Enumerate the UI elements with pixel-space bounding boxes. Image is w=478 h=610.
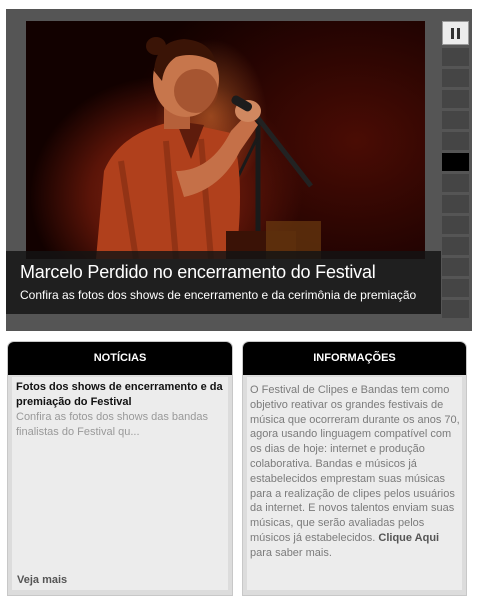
news-item-title[interactable]: Fotos dos shows de encerramento e da pre… [16,380,226,410]
slide-thumbnail[interactable] [442,90,469,108]
slide-thumbnails [442,21,470,321]
news-item-description: Confira as fotos dos shows das bandas fi… [16,411,209,438]
informacoes-panel: INFORMAÇÕES O Festival de Clipes e Banda… [242,341,467,596]
noticias-header: NOTÍCIAS [8,342,232,375]
see-more-link[interactable]: Veja mais [17,574,67,586]
pause-icon [450,27,462,39]
slide-thumbnail[interactable] [442,237,469,255]
singer-photo-illustration [96,37,321,259]
noticias-panel: NOTÍCIAS Fotos dos shows de encerramento… [7,341,233,596]
noticias-body: Fotos dos shows de encerramento e da pre… [12,377,228,590]
slide-thumbnail[interactable] [442,111,469,129]
slide-thumbnail[interactable] [442,300,469,318]
pause-button[interactable] [442,21,469,45]
informacoes-header: INFORMAÇÕES [243,342,466,375]
slide-thumbnail[interactable] [442,216,469,234]
slide-photo[interactable] [26,21,425,259]
informacoes-text: O Festival de Clipes e Bandas tem como o… [250,384,460,544]
slide-thumbnail[interactable] [442,258,469,276]
slide-thumbnail[interactable] [442,132,469,150]
slide-thumbnail[interactable] [442,279,469,297]
featured-slider: Marcelo Perdido no encerramento do Festi… [6,9,472,331]
slide-caption[interactable]: Marcelo Perdido no encerramento do Festi… [6,251,441,314]
informacoes-text-block: O Festival de Clipes e Bandas tem como o… [250,383,463,561]
informacoes-link-suffix: para saber mais. [250,546,332,559]
slide-thumbnail[interactable] [442,174,469,192]
slide-thumbnail-active[interactable] [442,153,469,171]
click-here-link[interactable]: Clique Aqui [378,532,439,544]
informacoes-body: O Festival de Clipes e Bandas tem como o… [247,377,462,590]
slide-thumbnail[interactable] [442,69,469,87]
slide-thumbnail[interactable] [442,48,469,66]
slide-subtitle: Confira as fotos dos shows de encerramen… [20,288,417,302]
slide-thumbnail[interactable] [442,195,469,213]
slide-title[interactable]: Marcelo Perdido no encerramento do Festi… [20,262,376,283]
